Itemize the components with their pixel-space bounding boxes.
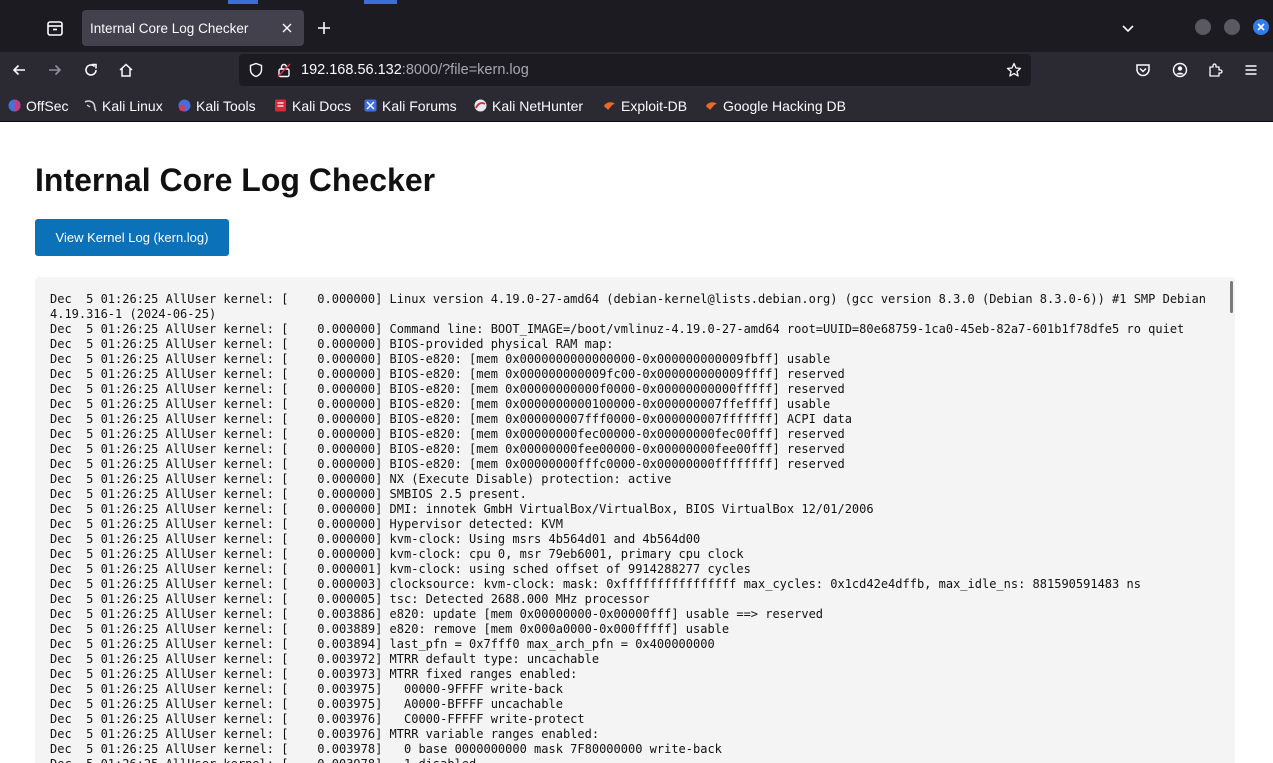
bookmark-label: Kali Linux (102, 97, 163, 114)
log-line: Dec 5 01:26:25 AllUser kernel: [ 0.00000… (50, 337, 614, 351)
log-line: Dec 5 01:26:25 AllUser kernel: [ 0.00000… (50, 562, 751, 576)
bookmark-offsec[interactable]: OffSec (8, 90, 69, 121)
log-line: Dec 5 01:26:25 AllUser kernel: [ 0.00000… (50, 427, 845, 441)
bookmark-kali-forums[interactable]: Kali Forums (364, 90, 457, 121)
forward-icon[interactable] (41, 56, 69, 84)
log-line: Dec 5 01:26:25 AllUser kernel: [ 0.00000… (50, 367, 845, 381)
log-line: Dec 5 01:26:25 AllUser kernel: [ 0.00000… (50, 547, 744, 561)
log-line: Dec 5 01:26:25 AllUser kernel: [ 0.00000… (50, 532, 701, 546)
bookmark-label: Google Hacking DB (723, 97, 846, 114)
log-line: Dec 5 01:26:25 AllUser kernel: [ 0.00397… (50, 727, 600, 741)
close-window-button[interactable] (1253, 19, 1269, 35)
tab-active[interactable]: Internal Core Log Checker (82, 10, 304, 46)
log-line: Dec 5 01:26:25 AllUser kernel: [ 0.00397… (50, 757, 476, 763)
bookmarks-toolbar: OffSec Kali Linux Kali Tools Kali Docs K… (0, 90, 1273, 122)
url-host: 192.168.56.132 (301, 62, 402, 78)
bookmark-label: Kali Tools (196, 97, 256, 114)
new-tab-icon[interactable] (310, 14, 338, 42)
bookmark-label: Kali Docs (292, 97, 352, 114)
nethunter-icon (474, 99, 487, 112)
log-line: Dec 5 01:26:25 AllUser kernel: [ 0.00000… (50, 472, 672, 486)
list-all-tabs-icon[interactable] (1114, 14, 1142, 42)
log-line: Dec 5 01:26:25 AllUser kernel: [ 0.00397… (50, 682, 563, 696)
kali-forums-icon (364, 99, 377, 112)
bookmark-kali-docs[interactable]: Kali Docs (274, 90, 351, 121)
url-text: 192.168.56.132:8000/?file=kern.log (301, 54, 529, 86)
log-line: Dec 5 01:26:25 AllUser kernel: [ 0.00000… (50, 382, 845, 396)
log-output[interactable]: Dec 5 01:26:25 AllUser kernel: [ 0.00000… (35, 277, 1235, 763)
insecure-lock-icon[interactable] (275, 61, 293, 79)
url-bar[interactable]: 192.168.56.132:8000/?file=kern.log (239, 54, 1031, 86)
reload-icon[interactable] (77, 56, 105, 84)
url-path: :8000/?file=kern.log (401, 62, 529, 78)
log-line: Dec 5 01:26:25 AllUser kernel: [ 0.00388… (50, 607, 824, 621)
tab-title: Internal Core Log Checker (90, 20, 249, 36)
log-line: Dec 5 01:26:25 AllUser kernel: [ 0.00388… (50, 622, 730, 636)
activity-indicator (228, 0, 258, 4)
back-icon[interactable] (5, 56, 33, 84)
exploit-db-icon (604, 102, 615, 110)
firefox-view-icon[interactable] (41, 14, 69, 42)
account-icon[interactable] (1166, 56, 1194, 84)
extensions-icon[interactable] (1201, 56, 1229, 84)
kali-tools-icon (178, 99, 191, 112)
log-line: Dec 5 01:26:25 AllUser kernel: [ 0.00397… (50, 742, 722, 756)
log-line: Dec 5 01:26:25 AllUser kernel: [ 0.00000… (50, 502, 874, 516)
page-title: Internal Core Log Checker (35, 162, 436, 198)
pocket-icon[interactable] (1129, 56, 1157, 84)
offsec-icon (8, 99, 21, 112)
kali-dragon-icon (84, 100, 97, 112)
log-line: Dec 5 01:26:25 AllUser kernel: [ 0.00000… (50, 592, 650, 606)
bookmark-label: OffSec (26, 97, 69, 114)
log-line: Dec 5 01:26:25 AllUser kernel: [ 0.00000… (50, 577, 1141, 591)
bookmark-kali-nethunter[interactable]: Kali NetHunter (474, 90, 583, 121)
log-line: Dec 5 01:26:25 AllUser kernel: [ 0.00397… (50, 652, 600, 666)
activity-indicator (364, 0, 397, 4)
log-line: Dec 5 01:26:25 AllUser kernel: [ 0.00000… (50, 292, 1206, 321)
log-line: Dec 5 01:26:25 AllUser kernel: [ 0.00000… (50, 397, 831, 411)
page-content: Internal Core Log Checker View Kernel Lo… (0, 122, 1273, 763)
view-kernel-log-button[interactable]: View Kernel Log (kern.log) (35, 219, 229, 256)
log-line: Dec 5 01:26:25 AllUser kernel: [ 0.00000… (50, 352, 831, 366)
log-text: Dec 5 01:26:25 AllUser kernel: [ 0.00000… (35, 277, 1235, 763)
bookmark-exploit-db[interactable]: Exploit-DB (603, 90, 687, 121)
log-line: Dec 5 01:26:25 AllUser kernel: [ 0.00000… (50, 487, 527, 501)
kali-docs-icon (275, 99, 286, 112)
bookmark-label: Kali Forums (382, 97, 457, 114)
log-scrollbar[interactable] (1230, 281, 1233, 313)
bookmark-star-icon[interactable] (1005, 61, 1023, 79)
bookmark-kali-linux[interactable]: Kali Linux (84, 90, 163, 121)
log-line: Dec 5 01:26:25 AllUser kernel: [ 0.00000… (50, 322, 1185, 336)
maximize-window-button[interactable] (1224, 19, 1240, 35)
log-line: Dec 5 01:26:25 AllUser kernel: [ 0.00397… (50, 712, 585, 726)
bookmark-label: Kali NetHunter (492, 97, 584, 114)
log-line: Dec 5 01:26:25 AllUser kernel: [ 0.00000… (50, 412, 852, 426)
tab-bar: Internal Core Log Checker (0, 0, 1273, 52)
bookmark-kali-tools[interactable]: Kali Tools (178, 90, 256, 121)
home-icon[interactable] (112, 56, 140, 84)
minimize-window-button[interactable] (1195, 19, 1211, 35)
ghdb-icon (706, 102, 717, 110)
bookmark-label: Exploit-DB (621, 97, 688, 114)
tracking-protection-shield-icon[interactable] (247, 61, 265, 79)
log-line: Dec 5 01:26:25 AllUser kernel: [ 0.00389… (50, 637, 715, 651)
log-line: Dec 5 01:26:25 AllUser kernel: [ 0.00000… (50, 442, 845, 456)
log-line: Dec 5 01:26:25 AllUser kernel: [ 0.00397… (50, 667, 578, 681)
close-icon (1257, 23, 1265, 31)
navigation-toolbar: 192.168.56.132:8000/?file=kern.log (0, 52, 1273, 90)
close-tab-icon[interactable] (278, 19, 296, 37)
app-menu-icon[interactable] (1237, 56, 1265, 84)
log-line: Dec 5 01:26:25 AllUser kernel: [ 0.00397… (50, 697, 563, 711)
bookmark-google-hacking-db[interactable]: Google Hacking DB (705, 90, 846, 121)
log-line: Dec 5 01:26:25 AllUser kernel: [ 0.00000… (50, 517, 563, 531)
log-line: Dec 5 01:26:25 AllUser kernel: [ 0.00000… (50, 457, 845, 471)
